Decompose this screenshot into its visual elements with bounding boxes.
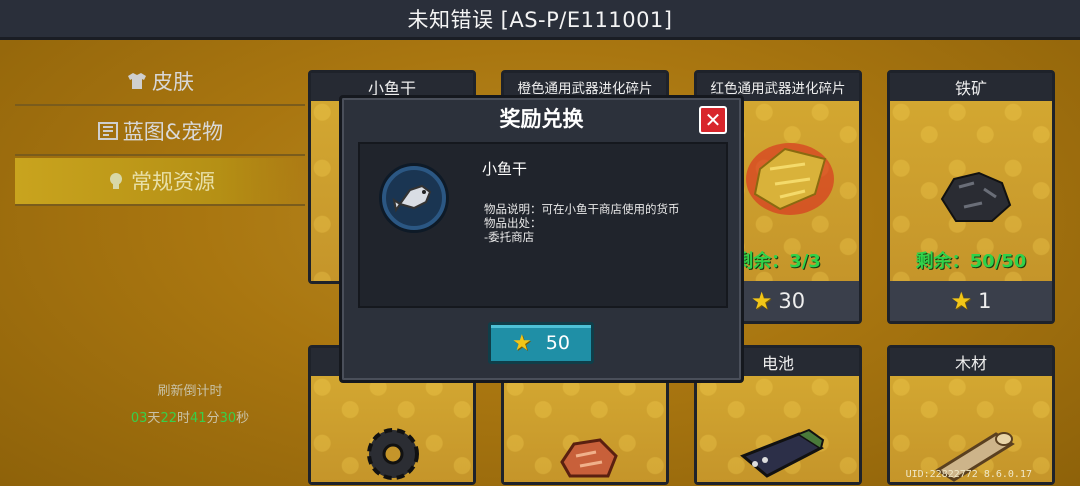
item-name: 小鱼干 (482, 160, 528, 178)
desc-line: 物品说明：可在小鱼干商店使用的货币 (484, 202, 680, 216)
desc-line: 物品出处： (484, 216, 542, 230)
title-bar: 未知错误 [AS-P/E111001] (0, 0, 1080, 40)
desc-line: -委托商店 (484, 230, 535, 244)
dialog-title: 奖励兑换 (499, 107, 584, 131)
item-info-panel: 小鱼干 物品说明：可在小鱼干商店使用的货币 物品出处： -委托商店 (358, 142, 728, 308)
close-icon: ✕ (704, 108, 722, 132)
exchange-button[interactable]: ★ 50 (488, 322, 594, 364)
exchange-price: 50 (545, 332, 570, 354)
dried-fish-icon (382, 166, 446, 230)
uid-version: UID:22822772 8.6.0.17 (905, 469, 1032, 480)
page-title: 未知错误 [AS-P/E111001] (407, 7, 673, 32)
star-icon: ★ (512, 330, 532, 356)
item-description: 物品说明：可在小鱼干商店使用的货币 物品出处： -委托商店 (484, 202, 680, 244)
close-button[interactable]: ✕ (699, 106, 727, 134)
reward-exchange-dialog: 奖励兑换 ✕ 小鱼干 物品说明：可在小鱼干商店使用的货币 物品出处： -委托商店… (339, 95, 744, 383)
